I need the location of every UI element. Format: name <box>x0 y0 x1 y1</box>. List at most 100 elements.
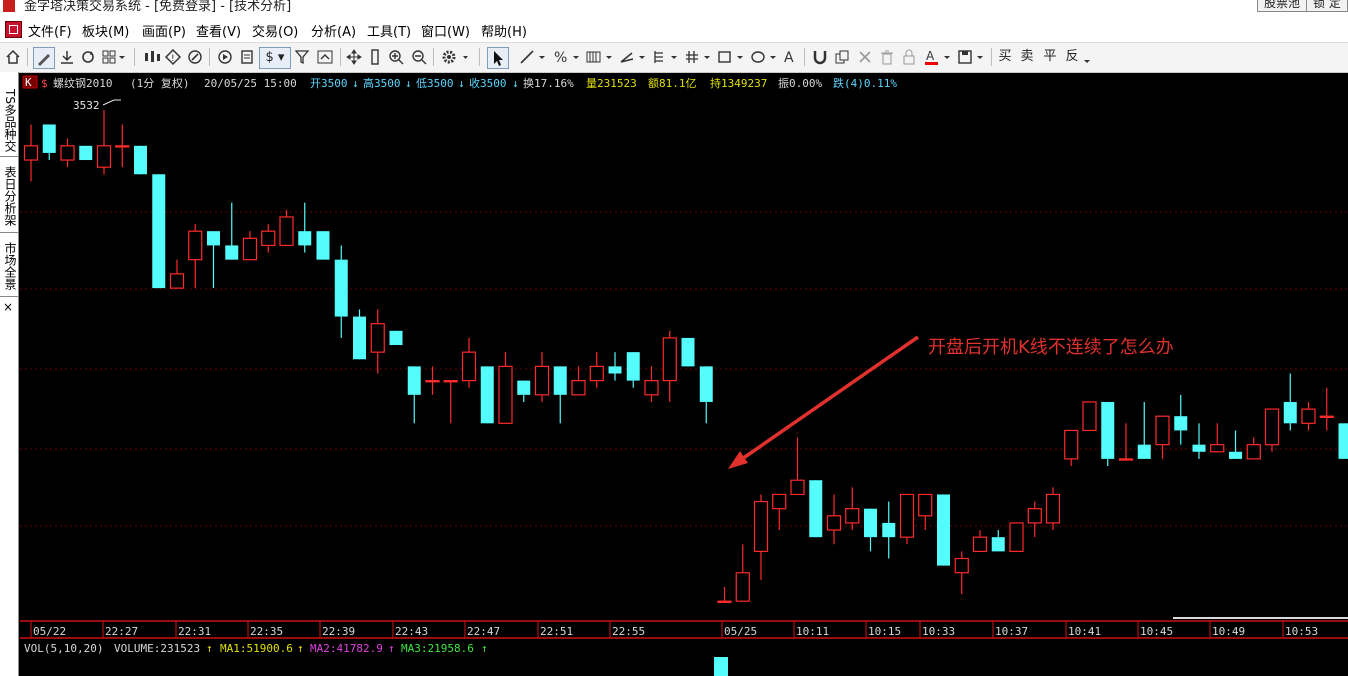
candle-body[interactable] <box>1064 429 1079 460</box>
zoom-out-icon[interactable] <box>411 49 427 69</box>
candle-body[interactable] <box>954 557 969 574</box>
candle-body[interactable] <box>972 536 988 552</box>
percent-icon[interactable]: % <box>553 49 581 69</box>
candle-body[interactable] <box>60 145 75 161</box>
menu-trade[interactable]: 交易(O) <box>252 21 298 40</box>
candle-body[interactable] <box>1210 444 1225 453</box>
kline-chart[interactable]: K $ 螺纹钢2010 (1分 复权) 20/05/25 15:00 开3500… <box>20 74 1348 676</box>
candles-icon[interactable] <box>143 49 161 69</box>
candle-body[interactable] <box>845 508 860 524</box>
menu-view[interactable]: 查看(V) <box>196 21 241 40</box>
copy-icon[interactable] <box>834 49 850 69</box>
candle-body[interactable] <box>498 365 513 424</box>
candle-body[interactable] <box>864 508 877 538</box>
menu-window[interactable]: 窗口(W) <box>421 21 470 40</box>
candle-body[interactable] <box>1264 408 1280 446</box>
candle-body[interactable] <box>389 330 403 346</box>
menu-file[interactable]: 文件(F) <box>28 21 72 40</box>
rect-icon[interactable] <box>717 49 745 69</box>
candle-body[interactable] <box>261 230 276 247</box>
menu-tools[interactable]: 工具(T) <box>367 21 411 40</box>
candle-body[interactable] <box>298 231 312 246</box>
candle-body[interactable] <box>1101 401 1115 459</box>
text-icon[interactable]: A <box>783 49 797 69</box>
candle-body[interactable] <box>753 500 769 552</box>
candle-body[interactable] <box>918 493 933 517</box>
candle-body[interactable] <box>882 522 896 538</box>
candle-body[interactable] <box>1283 401 1297 424</box>
candle-body[interactable] <box>826 515 842 531</box>
side-close-icon[interactable]: × <box>3 300 13 314</box>
candle-body[interactable] <box>717 600 732 603</box>
candle-body[interactable] <box>1137 444 1151 459</box>
dollar-button[interactable]: $ ▾ <box>259 47 291 69</box>
candle-body[interactable] <box>425 380 440 383</box>
candle-body[interactable] <box>937 494 950 566</box>
fork-icon[interactable] <box>619 49 647 69</box>
candle-body[interactable] <box>1027 508 1042 524</box>
candle-body[interactable] <box>991 537 1005 552</box>
candle-body[interactable] <box>115 145 130 148</box>
candle-body[interactable] <box>461 351 477 382</box>
candle-body[interactable] <box>79 145 93 161</box>
menu-help[interactable]: 帮助(H) <box>481 21 527 40</box>
pen-color-icon[interactable]: A <box>924 49 952 69</box>
candle-body[interactable] <box>169 273 185 289</box>
candle-body[interactable] <box>1192 444 1206 452</box>
candle-body[interactable] <box>42 124 56 153</box>
sell-button[interactable]: 卖 <box>1020 47 1034 67</box>
ellipse-icon[interactable] <box>750 49 778 69</box>
candle-body[interactable] <box>207 231 220 246</box>
candle-body[interactable] <box>443 380 458 383</box>
candle-body[interactable] <box>134 145 147 175</box>
candle-body[interactable] <box>23 145 39 161</box>
export-icon[interactable] <box>316 49 334 69</box>
pencil-icon[interactable] <box>33 47 55 69</box>
filter-icon[interactable] <box>294 49 310 69</box>
stock-pool-button[interactable]: 股票池 <box>1257 0 1308 12</box>
download-icon[interactable] <box>59 49 75 69</box>
candle-body[interactable] <box>225 245 239 260</box>
candle-body[interactable] <box>626 352 640 381</box>
candle-body[interactable] <box>353 316 366 360</box>
play-icon[interactable] <box>217 49 233 69</box>
candle-body[interactable] <box>534 365 550 396</box>
candle-body[interactable] <box>517 380 531 395</box>
candle-body[interactable] <box>1319 415 1334 418</box>
candle-body[interactable] <box>1045 493 1061 524</box>
candle-body[interactable] <box>681 337 695 367</box>
candle-body[interactable] <box>1229 451 1242 459</box>
gear-icon[interactable] <box>441 49 469 69</box>
candle-body[interactable] <box>608 366 622 374</box>
move-icon[interactable] <box>346 49 362 69</box>
menu-analysis[interactable]: 分析(A) <box>311 21 356 40</box>
candle-body[interactable] <box>589 365 604 382</box>
candle-body[interactable] <box>1118 458 1134 461</box>
candle-body[interactable] <box>1082 401 1097 432</box>
line-icon[interactable] <box>519 49 547 69</box>
channel-icon[interactable] <box>651 49 679 69</box>
home-icon[interactable] <box>5 49 21 69</box>
candle-body[interactable] <box>1301 408 1316 424</box>
candle-body[interactable] <box>772 493 787 510</box>
candle-body[interactable] <box>188 230 203 261</box>
candle-body[interactable] <box>735 572 750 602</box>
refresh-icon[interactable] <box>80 49 96 69</box>
delete-icon[interactable] <box>857 49 873 69</box>
candle-body[interactable] <box>480 366 494 424</box>
candle-body[interactable] <box>553 366 567 395</box>
candle-body[interactable] <box>279 216 294 247</box>
candle-body[interactable] <box>316 231 330 260</box>
candle-body[interactable] <box>790 479 805 496</box>
hash-icon[interactable] <box>684 49 712 69</box>
side-tab-market[interactable]: 市场全景 <box>0 236 18 297</box>
ruler-icon[interactable] <box>369 49 381 69</box>
zoom-in-icon[interactable] <box>388 49 404 69</box>
candle-body[interactable] <box>662 337 677 382</box>
candle-body[interactable] <box>407 366 421 395</box>
doc-icon[interactable] <box>239 49 255 69</box>
cursor-icon[interactable] <box>487 47 509 69</box>
candle-body[interactable] <box>242 237 258 261</box>
candle-body[interactable] <box>1338 423 1348 459</box>
reverse-button[interactable]: 反 <box>1065 47 1079 67</box>
